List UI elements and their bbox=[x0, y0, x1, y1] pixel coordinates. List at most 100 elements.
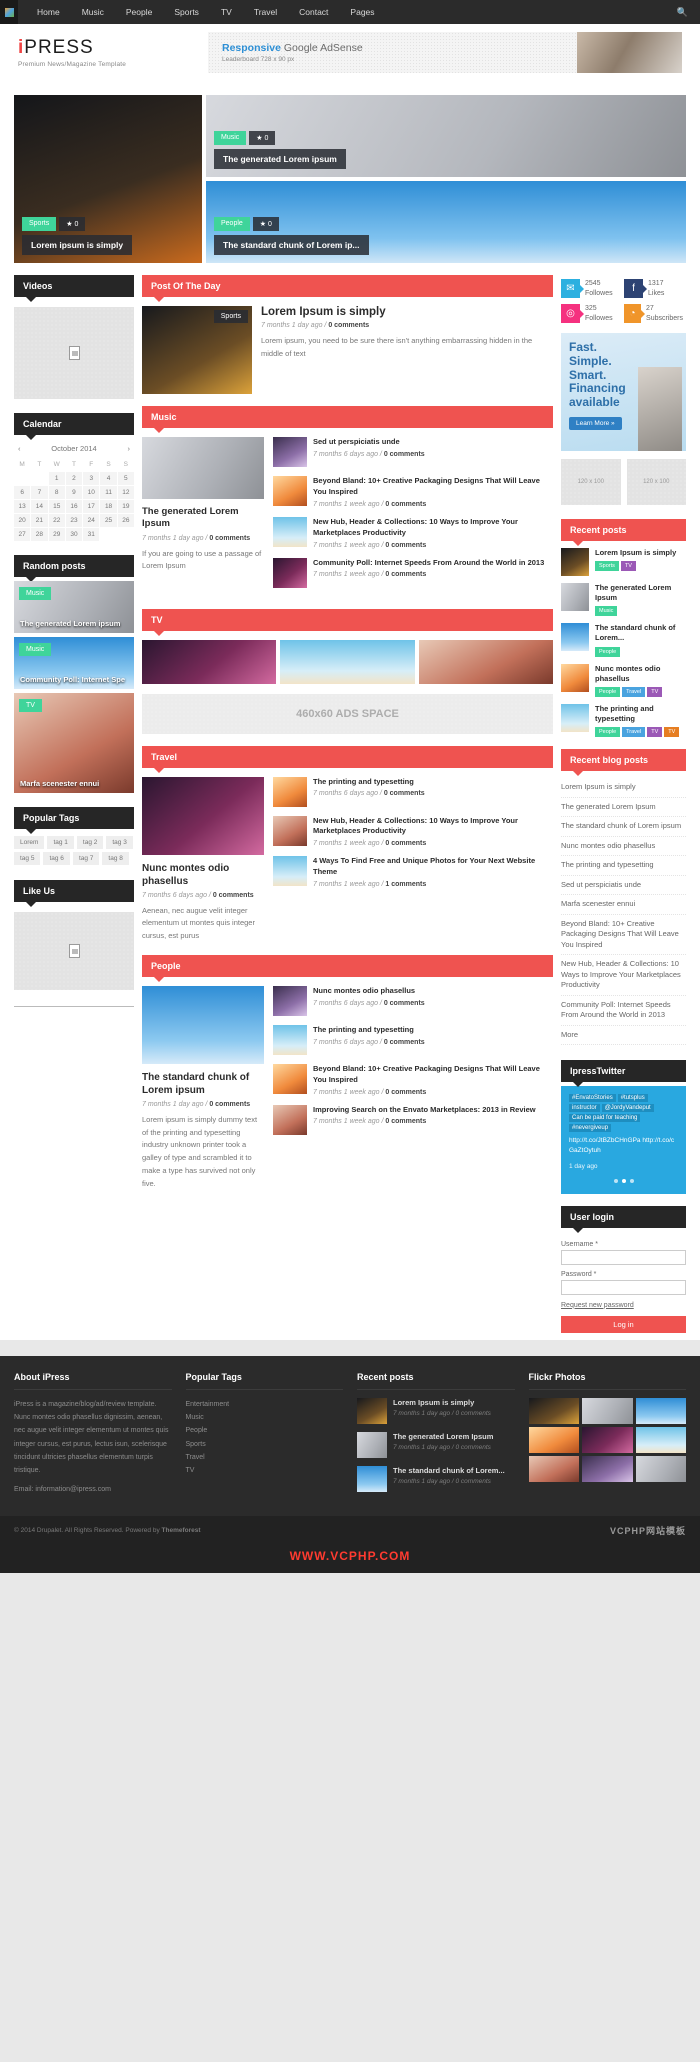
post-thumbnail[interactable] bbox=[273, 1104, 307, 1135]
post-category-badge[interactable]: Sports bbox=[213, 310, 248, 323]
footer-tag-link[interactable]: Sports bbox=[186, 1438, 344, 1451]
post-list-item[interactable]: Beyond Bland: 10+ Creative Packaging Des… bbox=[273, 476, 553, 508]
music-featured-image[interactable] bbox=[142, 437, 264, 499]
recent-post-title[interactable]: Lorem Ipsum is simply bbox=[595, 548, 676, 558]
flickr-photo[interactable] bbox=[528, 1397, 579, 1424]
post-category-badge[interactable]: TV bbox=[19, 699, 42, 712]
post-list-title[interactable]: The printing and typesetting bbox=[313, 777, 425, 788]
post-tag[interactable]: TV bbox=[664, 727, 680, 737]
calendar-day[interactable]: 30 bbox=[65, 528, 83, 541]
calendar-day[interactable]: 29 bbox=[48, 528, 65, 541]
post-list-item[interactable]: Nunc montes odio phasellus 7 months 6 day… bbox=[273, 985, 553, 1016]
tag-item[interactable]: tag 3 bbox=[106, 836, 133, 849]
footer-tag-link[interactable]: People bbox=[186, 1424, 344, 1437]
calendar-day[interactable]: 19 bbox=[117, 500, 134, 513]
post-of-the-day-title[interactable]: Lorem Ipsum is simply bbox=[261, 306, 553, 318]
post-list-title[interactable]: New Hub, Header & Collections: 10 Ways t… bbox=[313, 517, 553, 539]
tag-item[interactable]: tag 1 bbox=[47, 836, 74, 849]
tweet-hashtag[interactable]: #EnvatoStories bbox=[569, 1094, 616, 1102]
post-thumbnail[interactable] bbox=[561, 663, 589, 692]
post-list-title[interactable]: Beyond Bland: 10+ Creative Packaging Des… bbox=[313, 476, 553, 498]
post-list-item[interactable]: The printing and typesetting 7 months 6 d… bbox=[273, 1024, 553, 1055]
tweet-hashtag[interactable]: Can be paid for teaching bbox=[569, 1114, 641, 1122]
post-thumbnail[interactable] bbox=[273, 1063, 307, 1094]
post-thumbnail[interactable] bbox=[561, 548, 589, 576]
footer-post-title[interactable]: Lorem Ipsum is simply bbox=[393, 1398, 491, 1408]
slide-category-badge[interactable]: People bbox=[214, 217, 250, 231]
calendar-day[interactable]: 14 bbox=[31, 500, 48, 513]
calendar-day[interactable]: 6 bbox=[14, 486, 31, 499]
post-thumbnail[interactable] bbox=[357, 1431, 387, 1458]
blog-link[interactable]: The printing and typesetting bbox=[561, 856, 686, 876]
tweet-carousel-dots[interactable] bbox=[569, 1174, 678, 1186]
recent-post-item[interactable]: The generated Lorem Ipsum Music bbox=[561, 583, 686, 617]
recent-post-item[interactable]: Lorem Ipsum is simply Sports TV bbox=[561, 548, 686, 576]
post-tag[interactable]: People bbox=[595, 686, 621, 697]
calendar-next-button[interactable]: › bbox=[127, 444, 130, 453]
nav-item-contact[interactable]: Contact bbox=[288, 0, 339, 24]
password-input[interactable] bbox=[561, 1279, 686, 1295]
recent-post-item[interactable]: The standard chunk of Lorem... People bbox=[561, 623, 686, 657]
random-post-item[interactable]: Music Community Poll: Internet Spe bbox=[14, 637, 134, 689]
calendar-day[interactable]: 10 bbox=[83, 486, 100, 499]
flickr-photo[interactable] bbox=[528, 1455, 579, 1482]
nav-item-home[interactable]: Home bbox=[26, 0, 71, 24]
post-list-item[interactable]: New Hub, Header & Collections: 10 Ways t… bbox=[273, 516, 553, 549]
calendar-widget[interactable]: ‹ October 2014 › M T W T F S S 1 2 3 4 5 6 7 8 9 10 11 12 1… bbox=[14, 439, 134, 541]
post-thumbnail[interactable] bbox=[273, 815, 307, 846]
ad-placeholder[interactable]: 120 x 100 bbox=[626, 459, 686, 505]
post-list-item[interactable]: Community Poll: Internet Speeds From Aro… bbox=[273, 557, 553, 588]
calendar-day[interactable]: 31 bbox=[83, 528, 100, 541]
tv-thumbnail[interactable] bbox=[418, 639, 553, 684]
dribbble-icon[interactable]: ◎ bbox=[561, 304, 584, 323]
footer-tag-link[interactable]: TV bbox=[186, 1464, 344, 1477]
flickr-photo-grid[interactable] bbox=[528, 1397, 686, 1482]
tag-item[interactable]: tag 8 bbox=[102, 852, 129, 865]
tweet-hashtag[interactable]: #nevergiveup bbox=[569, 1124, 612, 1132]
calendar-day[interactable]: 15 bbox=[48, 500, 65, 513]
facebook-like-placeholder[interactable] bbox=[14, 912, 134, 990]
flickr-photo[interactable] bbox=[635, 1426, 686, 1453]
calendar-day[interactable]: 24 bbox=[83, 514, 100, 527]
tv-thumbnail[interactable] bbox=[280, 639, 415, 684]
recent-post-title[interactable]: The standard chunk of Lorem... bbox=[595, 623, 686, 643]
videos-placeholder[interactable] bbox=[14, 307, 134, 399]
tweet-hashtag[interactable]: #tutsplus bbox=[617, 1094, 648, 1102]
nav-item-tv[interactable]: TV bbox=[210, 0, 243, 24]
slide-featured-music[interactable]: Music ★ 0 The generated Lorem ipsum bbox=[206, 95, 686, 177]
random-post-item[interactable]: Music The generated Lorem ipsum bbox=[14, 581, 134, 633]
post-list-title[interactable]: The printing and typesetting bbox=[313, 1025, 425, 1036]
twitter-feed-widget[interactable]: #EnvatoStories #tutsplus instructor @JordyV… bbox=[561, 1086, 686, 1194]
recent-post-item[interactable]: Nunc montes odio phasellus People Travel TV bbox=[561, 663, 686, 697]
post-thumbnail[interactable] bbox=[273, 856, 307, 887]
people-featured-image[interactable] bbox=[142, 985, 264, 1064]
post-thumbnail[interactable] bbox=[273, 776, 307, 807]
post-thumbnail[interactable] bbox=[273, 437, 307, 467]
post-list-title[interactable]: Improving Search on the Envato Marketpla… bbox=[313, 1105, 536, 1116]
post-list-item[interactable]: Improving Search on the Envato Marketpla… bbox=[273, 1104, 553, 1135]
flickr-photo[interactable] bbox=[635, 1397, 686, 1424]
blog-link[interactable]: Community Poll: Internet Speeds From Aro… bbox=[561, 996, 686, 1026]
tag-item[interactable]: tag 6 bbox=[43, 852, 70, 865]
slide-category-badge[interactable]: Music bbox=[214, 131, 247, 145]
post-thumbnail[interactable] bbox=[273, 516, 307, 547]
tag-item[interactable]: Lorem bbox=[14, 836, 45, 849]
post-list-title[interactable]: Community Poll: Internet Speeds From Aro… bbox=[313, 558, 544, 569]
tv-thumbnail[interactable] bbox=[142, 639, 277, 684]
post-thumbnail[interactable] bbox=[357, 1465, 387, 1492]
recent-post-title[interactable]: The generated Lorem Ipsum bbox=[595, 583, 686, 603]
recent-post-title[interactable]: The printing and typesetting bbox=[595, 704, 686, 724]
calendar-day[interactable]: 21 bbox=[31, 514, 48, 527]
post-list-title[interactable]: 4 Ways To Find Free and Unique Photos fo… bbox=[313, 856, 553, 878]
calendar-day[interactable]: 17 bbox=[83, 500, 100, 513]
footer-tag-link[interactable]: Music bbox=[186, 1411, 344, 1424]
calendar-day[interactable]: 16 bbox=[65, 500, 83, 513]
slide-title[interactable]: The generated Lorem ipsum bbox=[214, 149, 346, 169]
post-list-item[interactable]: Beyond Bland: 10+ Creative Packaging Des… bbox=[273, 1063, 553, 1096]
footer-post-item[interactable]: The generated Lorem Ipsum 7 months 1 day … bbox=[357, 1431, 515, 1458]
calendar-day[interactable]: 12 bbox=[117, 486, 134, 499]
nav-item-travel[interactable]: Travel bbox=[243, 0, 288, 24]
post-tag[interactable]: TV bbox=[647, 727, 663, 737]
post-thumbnail[interactable] bbox=[561, 583, 589, 611]
post-of-the-day-image[interactable]: Sports bbox=[142, 306, 252, 394]
